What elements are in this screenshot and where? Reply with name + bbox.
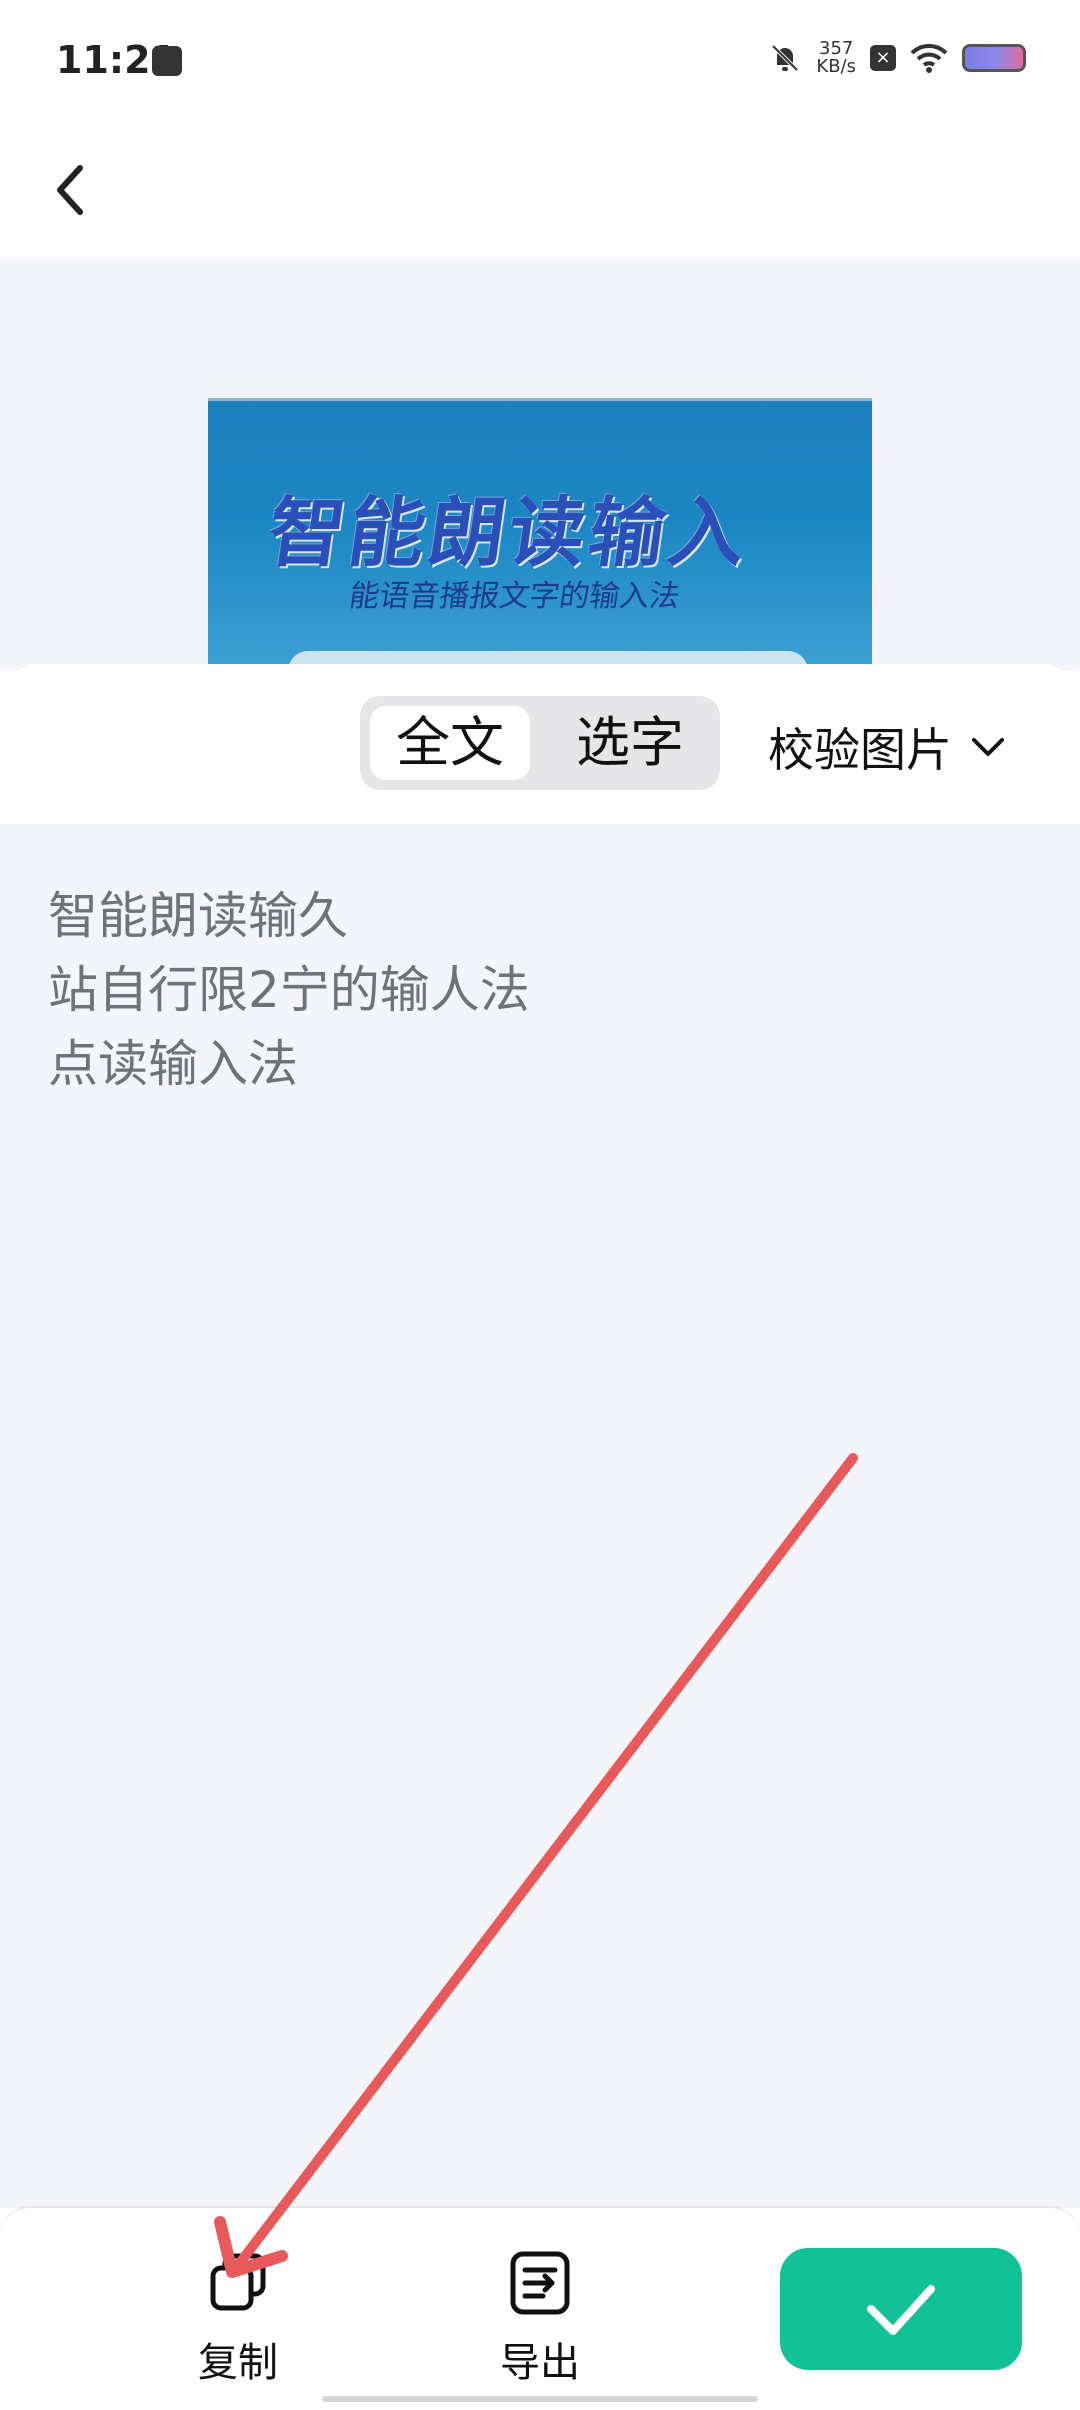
checkmark-icon — [867, 2285, 935, 2335]
chevron-down-icon — [972, 738, 1004, 756]
tab-full-text[interactable]: 全文 — [370, 706, 530, 780]
verify-image-dropdown[interactable]: 校验图片 — [768, 714, 1008, 780]
image-preview-area: 智能朗读输入 能语音播报文字的输入法 — [0, 258, 1080, 673]
ocr-line: 点读输入法 — [48, 1035, 298, 1093]
export-icon — [510, 2251, 570, 2315]
ocr-line: 站自行限2宁的输人法 — [48, 961, 530, 1019]
back-button[interactable] — [40, 150, 120, 230]
copy-button[interactable]: 复制 — [158, 2248, 318, 2388]
copy-icon — [210, 2253, 266, 2311]
tab-select-chars[interactable]: 选字 — [550, 706, 710, 780]
recognition-controls: 全文 选字 校验图片 — [0, 664, 1080, 824]
confirm-button[interactable] — [780, 2248, 1022, 2370]
network-speed: 357 KB/s — [816, 40, 856, 76]
mode-segmented-control: 全文 选字 — [360, 696, 720, 790]
ocr-result-text[interactable]: 智能朗读输久 站自行限2宁的输人法 点读输入法 — [0, 824, 1080, 2208]
source-image-text-line2: 能语音播报文字的输入法 — [347, 579, 682, 614]
network-speed-unit: KB/s — [816, 56, 856, 77]
status-bar: 11:21 357 KB/s × — [0, 0, 1080, 120]
export-label: 导出 — [500, 2340, 580, 2386]
message-icon — [152, 46, 182, 76]
copy-label: 复制 — [198, 2340, 278, 2386]
mute-bell-icon — [771, 44, 799, 72]
no-sim-icon: × — [870, 45, 896, 71]
source-image-text-line1: 智能朗读输入 — [262, 488, 756, 577]
status-icons: 357 KB/s × — [768, 40, 1026, 76]
battery-icon — [962, 44, 1026, 72]
ocr-line: 智能朗读输久 — [48, 887, 348, 945]
wifi-icon — [910, 43, 948, 73]
verify-image-label: 校验图片 — [768, 723, 952, 777]
home-indicator — [322, 2396, 758, 2402]
header — [0, 120, 1080, 258]
bottom-action-bar: 复制 导出 — [0, 2206, 1080, 2410]
source-image[interactable]: 智能朗读输入 能语音播报文字的输入法 — [208, 398, 872, 673]
export-button[interactable]: 导出 — [460, 2248, 620, 2388]
chevron-left-icon — [57, 165, 83, 215]
